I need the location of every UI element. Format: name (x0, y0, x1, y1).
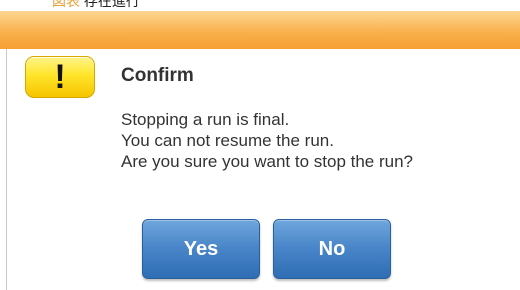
dialog-title: Confirm (121, 65, 194, 86)
warning-icon-glyph: ! (54, 58, 66, 96)
yes-button[interactable]: Yes (142, 219, 260, 279)
background-page-text: 図表 存在進行 (52, 0, 140, 8)
dialog-message: Stopping a run is final. You can not res… (121, 109, 413, 172)
message-line-1: Stopping a run is final. (121, 110, 290, 129)
background-page-strip: 図表 存在進行 (0, 0, 520, 11)
warning-exclamation-icon: ! (25, 56, 95, 98)
background-page-link: 図表 (52, 0, 80, 9)
message-line-3: Are you sure you want to stop the run? (121, 152, 414, 171)
message-line-2: You can not resume the run. (121, 131, 334, 150)
background-page-label: 存在進行 (83, 0, 140, 9)
dialog-title-bar[interactable] (0, 11, 520, 49)
no-button[interactable]: No (273, 219, 391, 279)
confirm-dialog: ! Confirm Stopping a run is final. You c… (6, 49, 520, 290)
confirm-stop-run-window: 図表 存在進行 ! Confirm Stopping a run is fina… (0, 0, 520, 290)
